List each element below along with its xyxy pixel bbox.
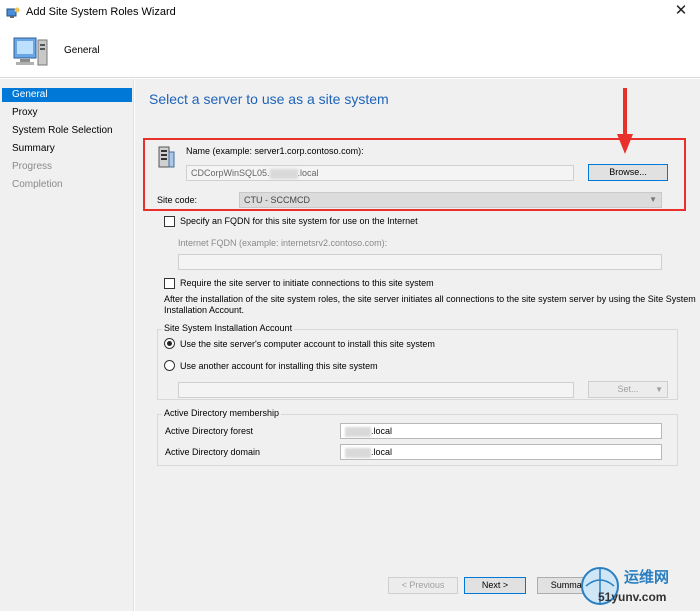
redacted-blur <box>269 168 298 179</box>
installation-account-group-title: Site System Installation Account <box>162 323 295 333</box>
chevron-down-icon: ▼ <box>655 385 663 394</box>
ad-domain-label: Active Directory domain <box>165 447 261 457</box>
server-name-suffix: .local <box>297 168 319 178</box>
install-account-input <box>178 382 574 398</box>
server-icon <box>158 146 175 168</box>
ad-membership-group-title: Active Directory membership <box>162 408 282 418</box>
chevron-down-icon: ▼ <box>649 195 657 204</box>
title-bar: Add Site System Roles Wizard ✕ <box>0 0 700 26</box>
nav-item-proxy[interactable]: Proxy <box>2 106 132 120</box>
next-button[interactable]: Next > <box>464 577 526 594</box>
fqdn-checkbox-label: Specify an FQDN for this site system for… <box>180 216 418 226</box>
require-initiate-checkbox[interactable] <box>164 278 175 289</box>
computer-account-radio-label: Use the site server's computer account t… <box>180 339 435 349</box>
internet-fqdn-input <box>178 254 662 270</box>
set-button-label: Set... <box>617 384 639 394</box>
site-code-label: Site code: <box>157 195 198 205</box>
previous-button: < Previous <box>388 577 458 594</box>
ad-domain-value: .local <box>371 447 393 457</box>
window-title: Add Site System Roles Wizard <box>26 6 176 18</box>
redacted-blur <box>345 447 371 458</box>
nav-item-completion: Completion <box>12 179 63 190</box>
computer-icon <box>13 37 48 66</box>
server-name-prefix: CDCorpWinSQL05. <box>191 168 270 178</box>
require-description-line1: After the installation of the site syste… <box>164 294 696 304</box>
ad-domain-field[interactable]: .local <box>340 444 662 460</box>
redacted-blur <box>345 426 371 437</box>
wizard-header: General <box>0 26 700 78</box>
server-name-field[interactable]: CDCorpWinSQL05. .local <box>186 165 574 181</box>
watermark-line2: 51yunv.com <box>598 590 667 604</box>
close-icon[interactable]: ✕ <box>672 2 690 20</box>
wizard-app-icon <box>6 7 20 18</box>
site-code-value: CTU - SCCMCD <box>244 195 310 205</box>
ad-forest-label: Active Directory forest <box>165 426 254 436</box>
header-page-label: General <box>64 45 100 56</box>
fqdn-checkbox[interactable] <box>164 216 175 227</box>
site-code-select[interactable]: CTU - SCCMCD ▼ <box>239 192 662 208</box>
computer-account-radio[interactable] <box>164 338 175 349</box>
browse-button[interactable]: Browse... <box>588 164 668 181</box>
server-name-label: Name (example: server1.corp.contoso.com)… <box>186 146 364 156</box>
nav-item-summary[interactable]: Summary <box>2 142 132 156</box>
require-initiate-label: Require the site server to initiate conn… <box>180 278 434 288</box>
ad-forest-field[interactable]: .local <box>340 423 662 439</box>
another-account-radio-label: Use another account for installing this … <box>180 361 378 371</box>
watermark-logo: 运维网 51yunv.com <box>578 560 700 611</box>
nav-item-progress: Progress <box>12 161 53 172</box>
set-account-button: Set... ▼ <box>588 381 668 398</box>
watermark-line1: 运维网 <box>624 569 670 586</box>
ad-forest-value: .local <box>371 426 393 436</box>
require-description-line2: Installation Account. <box>164 305 245 315</box>
nav-item-general[interactable]: General <box>2 88 132 102</box>
another-account-radio[interactable] <box>164 360 175 371</box>
page-title: Select a server to use as a site system <box>149 91 389 107</box>
nav-item-system-role-selection[interactable]: System Role Selection <box>2 124 132 138</box>
wizard-nav: General Proxy System Role Selection Summ… <box>0 79 134 611</box>
internet-fqdn-label: Internet FQDN (example: internetsrv2.con… <box>178 238 388 248</box>
